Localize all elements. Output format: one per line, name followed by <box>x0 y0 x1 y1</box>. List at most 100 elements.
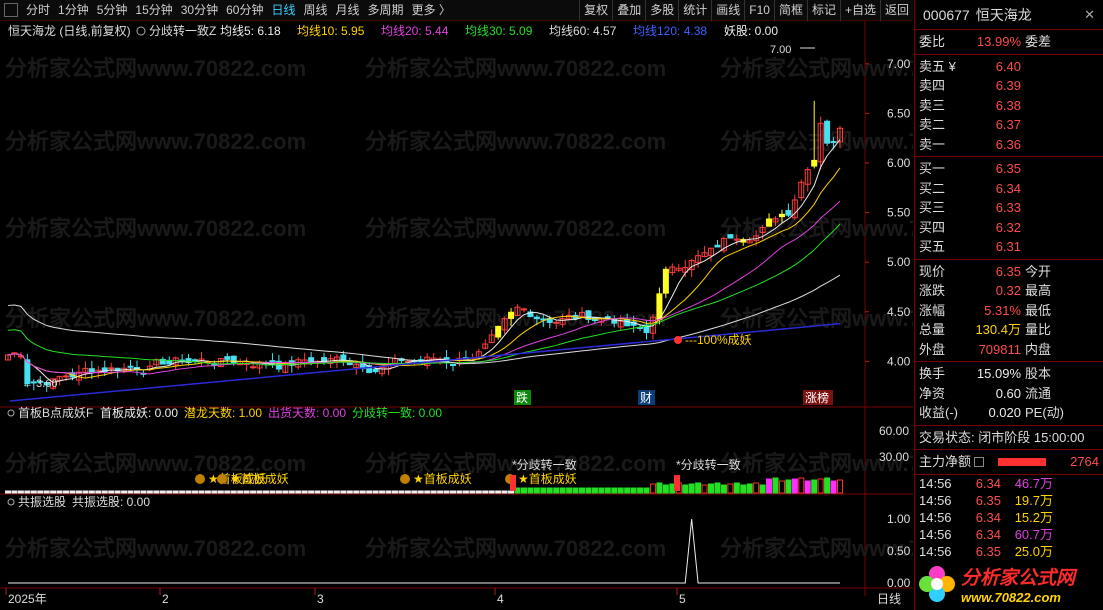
sub1-bar <box>237 490 244 494</box>
candle-body <box>624 319 631 327</box>
collapse-icon[interactable] <box>4 3 18 17</box>
toolbar-button-4[interactable]: 画线 <box>711 0 744 21</box>
close-icon[interactable]: ✕ <box>1084 7 1095 23</box>
kline-chart-area[interactable]: 分析家公式网www.70822.com 分析家公式网www.70822.com 分析… <box>0 21 1021 610</box>
watermark-text: 分析家公式网www.70822.com <box>720 56 913 81</box>
watermark-text: 分析家公式网www.70822.com <box>365 216 666 241</box>
toolbar-button-8[interactable]: +自选 <box>839 0 880 21</box>
sub1-bar <box>11 490 18 494</box>
bid-row-1: 买二 6.34 <box>915 179 1103 199</box>
sub1-surge-label-1: ★首板成妖 <box>230 472 289 486</box>
watermark-text: 分析家公式网www.70822.com <box>365 56 666 81</box>
sub1-bar <box>411 490 418 494</box>
sub1-bar <box>766 478 773 494</box>
money-bag-icon <box>195 474 205 484</box>
quote-row-0-label: 现价 <box>919 263 946 279</box>
sub1-bar <box>295 490 302 494</box>
surge-annotation: ---100%成妖 <box>685 333 752 347</box>
watermark-text: 分析家公式网www.70822.com <box>365 536 666 561</box>
period-tab-0[interactable]: 分时 <box>22 0 54 21</box>
sub1-bar <box>475 490 482 494</box>
period-tab-6[interactable]: 日线 <box>267 0 299 21</box>
sub1-bar <box>17 490 24 494</box>
tick-time: 14:56 <box>919 492 952 508</box>
sub1-title: 首板B点成妖F <box>18 406 93 420</box>
weibi-label: 委比 <box>919 34 946 49</box>
sub1-bar <box>366 490 373 494</box>
candle-body <box>108 367 115 370</box>
bid-row-0-label: 买一 <box>919 161 946 176</box>
quote-row-2: 涨幅 5.31% 最低 <box>915 301 1103 321</box>
sub1-bar <box>5 490 11 494</box>
period-tab-5[interactable]: 60分钟 <box>222 0 267 21</box>
ma-label-2: 均线20: 5.44 <box>381 24 449 38</box>
toolbar-button-0[interactable]: 复权 <box>579 0 612 21</box>
sub1-bar <box>740 484 747 494</box>
sub1-bar <box>133 490 140 494</box>
period-tab-2[interactable]: 5分钟 <box>93 0 132 21</box>
sub1-bar <box>314 490 321 494</box>
list-icon[interactable] <box>974 456 985 467</box>
toolbar-button-6[interactable]: 简框 <box>773 0 807 21</box>
sub1-bar <box>269 490 276 494</box>
fund-row-2: 收益(-) 0.020 PE(动) <box>915 403 1103 423</box>
toolbar-button-2[interactable]: 多股 <box>645 0 678 21</box>
period-tab-8[interactable]: 月线 <box>332 0 364 21</box>
candle-body <box>830 141 837 144</box>
toolbar-button-1[interactable]: 叠加 <box>612 0 645 21</box>
sub1-bar <box>391 490 398 494</box>
date-label-0: 2025年 <box>8 592 47 606</box>
sub1-bar <box>30 490 37 494</box>
period-tab-9[interactable]: 多周期 <box>364 0 408 21</box>
quote-row-3-value: 130.4万 <box>975 322 1021 337</box>
toolbar-button-7[interactable]: 标记 <box>806 0 840 21</box>
bid-row-2: 买三 6.33 <box>915 198 1103 218</box>
period-tab-4[interactable]: 30分钟 <box>177 0 222 21</box>
candle-body <box>250 366 257 369</box>
tick-volume: 46.7万 <box>1014 475 1053 491</box>
sub1-bar <box>153 490 160 494</box>
sub1-bar <box>579 487 586 494</box>
period-tab-3[interactable]: 15分钟 <box>131 0 176 21</box>
candle-body <box>508 311 515 319</box>
ma-label-5: 均线120: 4.38 <box>633 24 707 38</box>
sub1-bar <box>301 490 308 494</box>
period-tab-7[interactable]: 周线 <box>299 0 331 21</box>
tick-row: 14:56 6.34 60.7万 <box>915 526 1103 543</box>
quote-row-0-value: 6.35 <box>995 263 1021 279</box>
sub1-bar <box>572 487 579 494</box>
weibi-row: 委比 13.99% 委差 <box>915 30 1103 55</box>
ask-row-3-label: 卖二 <box>919 117 946 132</box>
sub1-bar <box>759 484 766 494</box>
sub1-bar <box>508 490 515 494</box>
sub1-bar <box>520 487 527 494</box>
period-tab-1[interactable]: 1分钟 <box>54 0 93 21</box>
sub1-bar <box>321 490 328 494</box>
sub1-bar <box>417 490 424 494</box>
sub1-bar <box>192 490 199 494</box>
sub1-bar <box>824 477 831 494</box>
quote-row-3: 总量 130.4万 量比 <box>915 320 1103 340</box>
watermark-text: 分析家公式网www.70822.com <box>5 56 306 81</box>
ask-row-0-value: 6.40 <box>995 58 1021 74</box>
quote-row-3-label: 总量 <box>919 322 946 337</box>
sub1-bar <box>217 490 224 494</box>
sub2-axis-label: 1.00 <box>887 512 911 526</box>
bid-row-3-label: 买四 <box>919 219 946 235</box>
bid-row-1-label: 买二 <box>919 180 946 196</box>
toolbar-button-5[interactable]: F10 <box>744 0 774 21</box>
marker-text-0: 跌 <box>516 390 528 405</box>
period-tab-10[interactable]: 更多 〉 <box>408 0 455 21</box>
period-tabs: 分时 1分钟 5分钟 15分钟 30分钟 60分钟 日线 周线 月线 多周期 更多 〉 <box>22 0 455 21</box>
sub1-bar <box>811 479 818 494</box>
sub1-bar <box>327 490 334 494</box>
candle-body <box>766 218 773 227</box>
main-flow-bar <box>998 457 1047 466</box>
toolbar-button-9[interactable]: 返回 <box>879 0 913 21</box>
ask-row-4: 卖一 6.36 <box>915 135 1103 155</box>
sub1-bar <box>340 490 347 494</box>
quote-row-2-label: 涨幅 <box>919 302 946 318</box>
sub1-bar <box>462 490 469 494</box>
sub1-bar <box>553 487 560 494</box>
toolbar-button-3[interactable]: 统计 <box>678 0 711 21</box>
